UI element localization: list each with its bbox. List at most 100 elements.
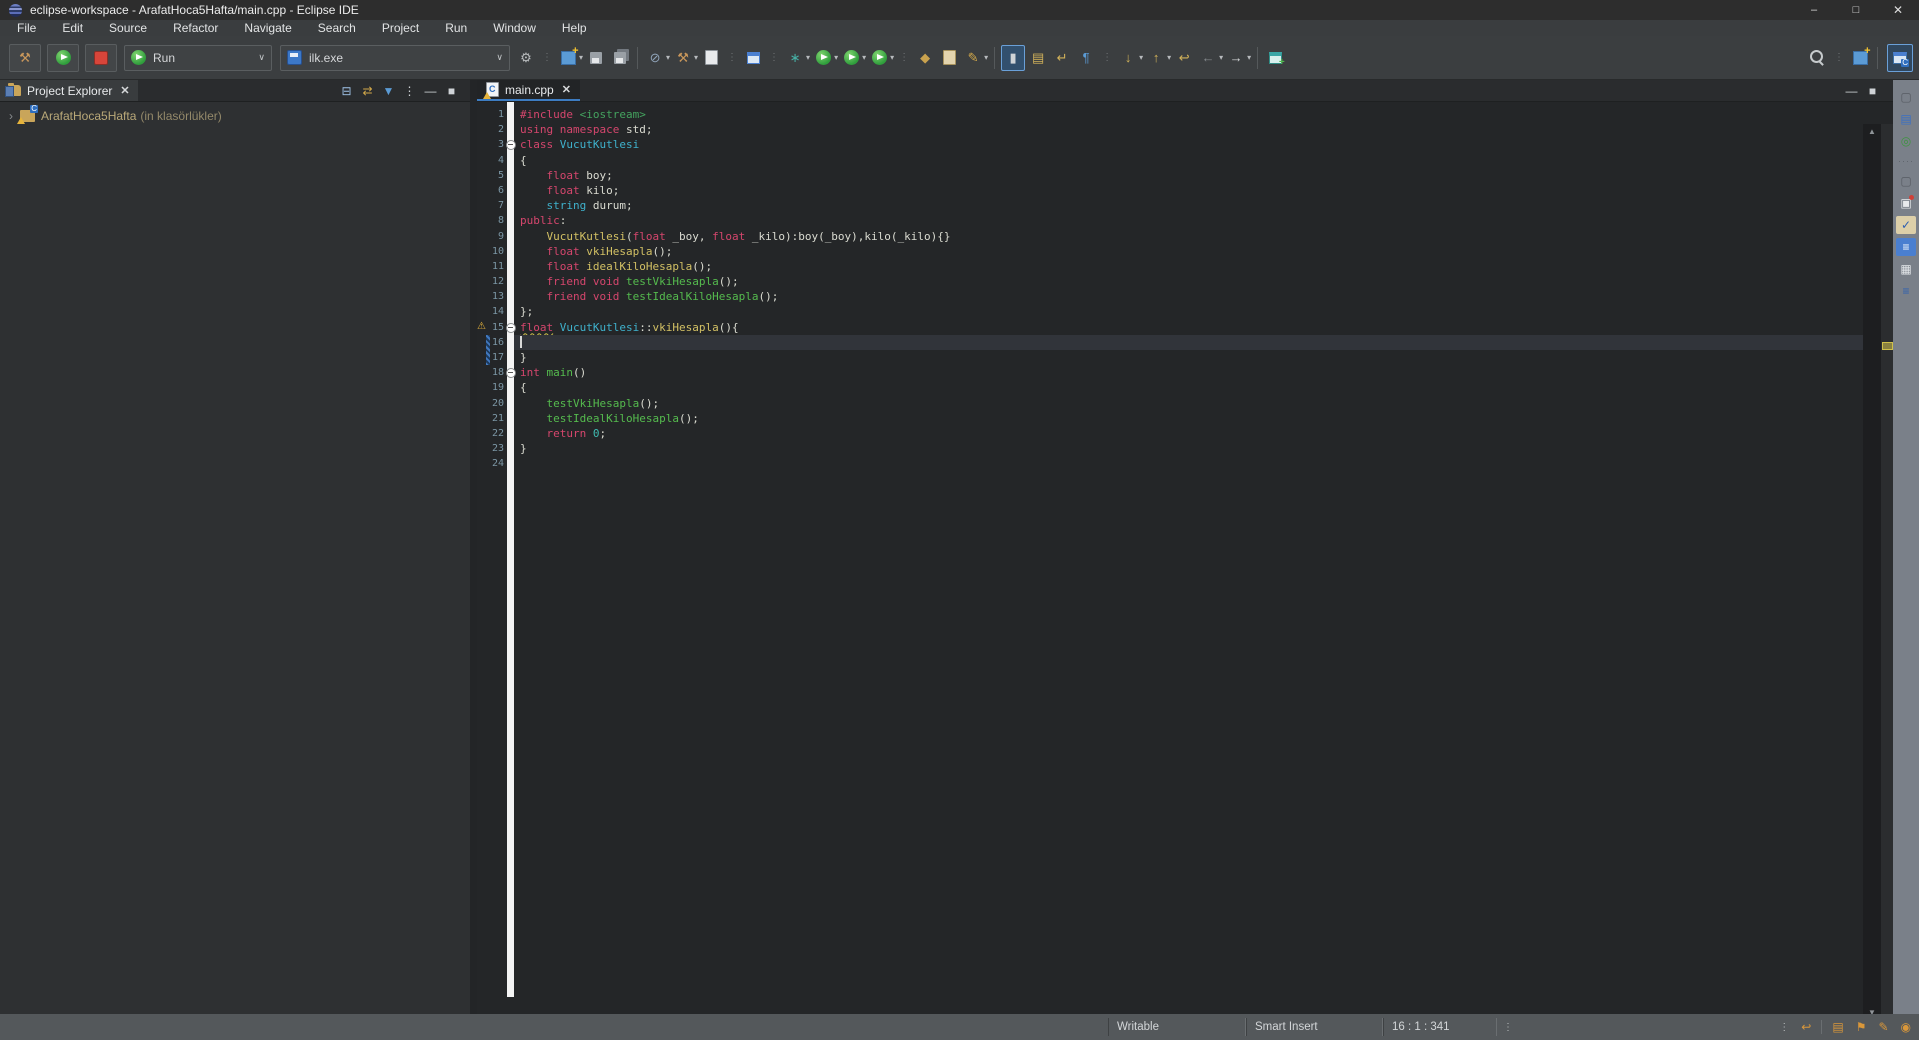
code-line[interactable]: { [514, 380, 1863, 395]
close-project-explorer-icon[interactable]: ✕ [120, 84, 129, 97]
dropdown-caret-icon[interactable]: ▾ [1247, 53, 1251, 62]
previous-annotation-button[interactable]: ↑ [1145, 46, 1167, 70]
save-button[interactable] [585, 46, 607, 70]
code-line[interactable]: { [514, 153, 1863, 168]
tree-item-project[interactable]: ›ArafatHoca5Hafta(in klasörlükler) [0, 107, 470, 125]
tab-main-cpp[interactable]: main.cpp ✕ [477, 80, 580, 101]
problems-icon[interactable]: ▣ [1896, 194, 1916, 212]
word-wrap-button[interactable]: ↵ [1051, 46, 1073, 70]
menu-navigate[interactable]: Navigate [231, 20, 304, 36]
annotation-gutter[interactable]: ⚠ [477, 102, 490, 1002]
dropdown-caret-icon[interactable]: ▾ [862, 53, 866, 62]
expand-chevron-icon[interactable]: › [4, 109, 18, 123]
minimize-view-icon[interactable]: — [420, 84, 441, 98]
dropdown-caret-icon[interactable]: ▾ [1219, 53, 1223, 62]
outline-icon[interactable]: ▤ [1896, 110, 1916, 128]
open-element-button[interactable]: ◆ [914, 46, 936, 70]
cpp-perspective-button[interactable] [1887, 44, 1913, 72]
menu-help[interactable]: Help [549, 20, 600, 36]
menu-window[interactable]: Window [480, 20, 549, 36]
collapse-all-icon[interactable]: ⊟ [336, 84, 357, 98]
combo-chevron-icon[interactable]: ∨ [258, 52, 265, 63]
menu-project[interactable]: Project [369, 20, 432, 36]
line-number-gutter[interactable]: 123456789101112131415161718192021222324 [490, 102, 507, 1002]
code-line[interactable]: testVkiHesapla(); [514, 396, 1863, 411]
run-as-button[interactable] [840, 46, 862, 70]
new-document-button[interactable] [700, 46, 722, 70]
vertical-scrollbar[interactable]: ▲ ▼ [1863, 124, 1881, 1019]
overview-ruler[interactable] [1881, 124, 1893, 1019]
next-annotation-button[interactable]: ↓ [1117, 46, 1139, 70]
learn-icon[interactable]: ⚑ [1856, 1020, 1867, 1034]
properties-icon[interactable]: ▦ [1896, 260, 1916, 278]
new-view-button[interactable] [1264, 46, 1286, 70]
last-edit-location-button[interactable]: ↩ [1173, 46, 1195, 70]
launch-settings-gear-icon[interactable]: ⚙ [515, 46, 537, 70]
code-line[interactable]: float vkiHesapla(); [514, 244, 1863, 259]
menu-file[interactable]: File [4, 20, 49, 36]
close-editor-tab-icon[interactable]: ✕ [562, 83, 571, 96]
code-line[interactable]: friend void testIdealKiloHesapla(); [514, 289, 1863, 304]
build-targets-icon[interactable]: ◎ [1896, 132, 1916, 150]
dropdown-caret-icon[interactable]: ▾ [984, 53, 988, 62]
quick-search-button[interactable] [1807, 46, 1829, 70]
open-console-button[interactable] [742, 46, 764, 70]
dropdown-caret-icon[interactable]: ▾ [694, 53, 698, 62]
build-project-button[interactable]: ⚒ [9, 44, 41, 72]
code-line[interactable]: float boy; [514, 168, 1863, 183]
restore-views-icon[interactable]: ▢ [1896, 88, 1916, 106]
code-line[interactable]: string durum; [514, 198, 1863, 213]
minimize-editor-icon[interactable]: — [1841, 84, 1862, 98]
tasks-icon[interactable]: ✓ [1896, 216, 1916, 234]
console-icon[interactable]: ≡ [1896, 238, 1916, 256]
code-line[interactable]: public: [514, 213, 1863, 228]
dropdown-caret-icon[interactable]: ▾ [1139, 53, 1143, 62]
code-line[interactable]: } [514, 441, 1863, 456]
skip-all-breakpoints-button[interactable]: ⊘ [644, 46, 666, 70]
code-line[interactable]: class VucutKutlesi [514, 137, 1863, 152]
community-icon[interactable]: ◉ [1901, 1020, 1911, 1034]
build-all-button[interactable]: ⚒ [672, 46, 694, 70]
dropdown-caret-icon[interactable]: ▾ [890, 53, 894, 62]
link-with-editor-icon[interactable]: ⇄ [357, 84, 378, 98]
search-flashlight-button[interactable]: ✎ [962, 46, 984, 70]
tips-icon[interactable]: ✎ [1878, 1020, 1888, 1034]
clipboard-button[interactable] [938, 46, 960, 70]
quickfix-warning-icon[interactable]: ⚠ [477, 321, 486, 333]
menu-source[interactable]: Source [96, 20, 160, 36]
overview-warning-marker[interactable] [1882, 342, 1893, 350]
code-line[interactable]: float idealKiloHesapla(); [514, 259, 1863, 274]
minimize-window-button[interactable]: – [1793, 0, 1835, 20]
code-line[interactable] [514, 335, 1863, 350]
dropdown-caret-icon[interactable]: ▾ [666, 53, 670, 62]
forward-history-button[interactable]: → [1225, 46, 1247, 70]
close-window-button[interactable]: ✕ [1877, 0, 1919, 20]
run-last-launch-button[interactable] [47, 44, 79, 72]
launch-config-combo[interactable]: ilk.exe∨ [280, 45, 510, 71]
menu-refactor[interactable]: Refactor [160, 20, 231, 36]
show-whitespace-button[interactable]: ¶ [1075, 46, 1097, 70]
menu-search[interactable]: Search [305, 20, 369, 36]
code-line[interactable]: return 0; [514, 426, 1863, 441]
code-line[interactable]: friend void testVkiHesapla(); [514, 274, 1863, 289]
code-line[interactable] [514, 456, 1863, 471]
debug-button[interactable] [812, 46, 834, 70]
tab-project-explorer[interactable]: Project Explorer ✕ [0, 80, 138, 101]
launch-mode-combo[interactable]: Run∨ [124, 45, 272, 71]
scroll-up-icon[interactable]: ▲ [1863, 124, 1881, 138]
dropdown-caret-icon[interactable]: ▾ [1167, 53, 1171, 62]
new-wizard-button[interactable] [557, 46, 579, 70]
block-selection-button[interactable]: ▤ [1027, 46, 1049, 70]
dropdown-caret-icon[interactable]: ▾ [834, 53, 838, 62]
code-line[interactable]: #include <iostream> [514, 107, 1863, 122]
code-line[interactable]: VucutKutlesi(float _boy, float _kilo):bo… [514, 229, 1863, 244]
dropdown-caret-icon[interactable]: ▾ [579, 53, 583, 62]
dropdown-caret-icon[interactable]: ▾ [806, 53, 810, 62]
maximize-editor-icon[interactable]: ■ [1862, 84, 1883, 98]
profile-button[interactable] [868, 46, 890, 70]
back-history-button[interactable]: ← [1197, 46, 1219, 70]
maximize-window-button[interactable]: □ [1835, 0, 1877, 20]
filter-icon[interactable]: ▼ [378, 84, 399, 98]
project-explorer-tree[interactable]: ›ArafatHoca5Hafta(in klasörlükler) [0, 102, 470, 125]
code-line[interactable]: }; [514, 304, 1863, 319]
